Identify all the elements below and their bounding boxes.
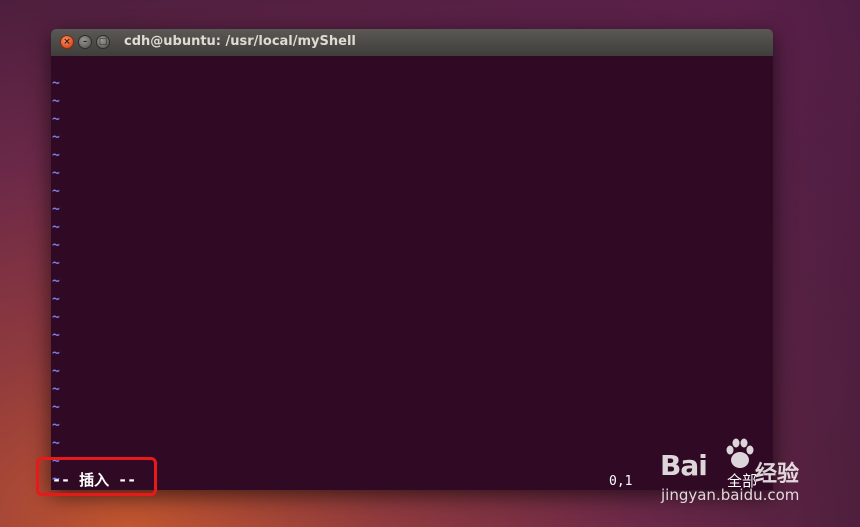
empty-line-tilde: ~ bbox=[52, 94, 60, 109]
maximize-button[interactable]: □ bbox=[96, 35, 110, 49]
terminal-content[interactable]: ~ ~ ~ ~ ~ ~ ~ ~ ~ ~ ~ ~ ~ ~ ~ ~ ~ ~ ~ ~ ~ ~ ~ -- 插入 -- 0,1 全部 bbox=[51, 56, 773, 490]
empty-line-tilde: ~ bbox=[52, 364, 60, 379]
cursor-position: 0,1 bbox=[609, 474, 633, 489]
minimize-icon: – bbox=[82, 37, 88, 47]
empty-line-markers: ~ ~ ~ ~ ~ ~ ~ ~ ~ ~ ~ ~ ~ ~ ~ ~ ~ ~ ~ ~ ~ ~ ~ bbox=[52, 75, 60, 489]
empty-line-tilde: ~ bbox=[52, 238, 60, 253]
window-title: cdh@ubuntu: /usr/local/myShell bbox=[124, 34, 356, 49]
empty-line-tilde: ~ bbox=[52, 130, 60, 145]
empty-line-tilde: ~ bbox=[52, 436, 60, 451]
maximize-icon: □ bbox=[98, 37, 108, 47]
minimize-button[interactable]: – bbox=[78, 35, 92, 49]
empty-line-tilde: ~ bbox=[52, 310, 60, 325]
empty-line-tilde: ~ bbox=[52, 112, 60, 127]
window-titlebar[interactable]: × – □ cdh@ubuntu: /usr/local/myShell bbox=[51, 29, 773, 57]
empty-line-tilde: ~ bbox=[52, 382, 60, 397]
empty-line-tilde: ~ bbox=[52, 292, 60, 307]
empty-line-tilde: ~ bbox=[52, 202, 60, 217]
watermark-brand: Bai bbox=[660, 449, 708, 482]
terminal-window: × – □ cdh@ubuntu: /usr/local/myShell ~ ~ ~… bbox=[51, 29, 773, 490]
close-button[interactable]: × bbox=[60, 35, 74, 49]
paw-icon bbox=[726, 438, 754, 468]
empty-line-tilde: ~ bbox=[52, 400, 60, 415]
empty-line-tilde: ~ bbox=[52, 220, 60, 235]
watermark-url: jingyan.baidu.com bbox=[661, 486, 800, 504]
empty-line-tilde: ~ bbox=[52, 328, 60, 343]
empty-line-tilde: ~ bbox=[52, 256, 60, 271]
empty-line-tilde: ~ bbox=[52, 148, 60, 163]
empty-line-tilde: ~ bbox=[52, 274, 60, 289]
empty-line-tilde: ~ bbox=[52, 346, 60, 361]
empty-line-tilde: ~ bbox=[52, 418, 60, 433]
empty-line-tilde: ~ bbox=[52, 166, 60, 181]
baidu-jingyan-watermark: Bai 经验 jingyan.baidu.com bbox=[660, 436, 820, 506]
close-icon: × bbox=[63, 37, 71, 47]
mode-highlight-annotation bbox=[36, 457, 157, 496]
empty-line-tilde: ~ bbox=[52, 184, 60, 199]
empty-line-tilde: ~ bbox=[52, 76, 60, 91]
watermark-brand-suffix: 经验 bbox=[755, 462, 800, 487]
